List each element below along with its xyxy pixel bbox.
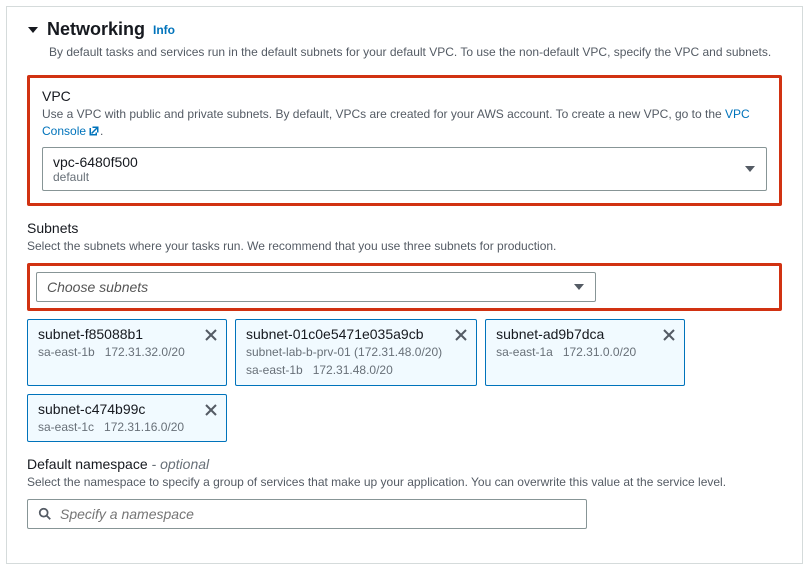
- close-icon[interactable]: [204, 403, 218, 417]
- subnets-placeholder: Choose subnets: [47, 279, 563, 295]
- subnet-tag: subnet-c474b99c sa-east-1c172.31.16.0/20: [27, 394, 227, 442]
- chevron-down-icon: [744, 163, 756, 175]
- namespace-input-wrap[interactable]: [27, 499, 587, 529]
- subnet-tag-id: subnet-ad9b7dca: [496, 326, 650, 342]
- close-icon[interactable]: [204, 328, 218, 342]
- vpc-selected-value: vpc-6480f500: [53, 154, 734, 170]
- subnet-tag-line1: subnet-lab-b-prv-01 (172.31.48.0/20): [246, 344, 442, 360]
- vpc-selected-sub: default: [53, 170, 734, 184]
- namespace-label: Default namespace - optional: [27, 456, 782, 472]
- namespace-hint: Select the namespace to specify a group …: [27, 474, 782, 491]
- subnet-tag-line1: sa-east-1b172.31.32.0/20: [38, 344, 192, 360]
- subnet-tag-id: subnet-c474b99c: [38, 401, 192, 417]
- search-icon: [38, 507, 52, 521]
- close-icon[interactable]: [662, 328, 676, 342]
- subnet-tag: subnet-f85088b1 sa-east-1b172.31.32.0/20: [27, 319, 227, 385]
- namespace-field: Default namespace - optional Select the …: [27, 456, 782, 529]
- vpc-hint: Use a VPC with public and private subnet…: [42, 106, 767, 140]
- subnets-label: Subnets: [27, 220, 782, 236]
- subnet-tag: subnet-01c0e5471e035a9cb subnet-lab-b-prv…: [235, 319, 477, 385]
- vpc-hint-text: Use a VPC with public and private subnet…: [42, 107, 725, 121]
- subnet-tags: subnet-f85088b1sa-east-1b172.31.32.0/20s…: [27, 319, 782, 442]
- external-link-icon: [88, 125, 100, 137]
- subnet-tag-line2: sa-east-1b172.31.48.0/20: [246, 362, 442, 378]
- close-icon[interactable]: [454, 328, 468, 342]
- section-header: Networking Info: [7, 7, 802, 44]
- caret-down-icon[interactable]: [27, 24, 39, 36]
- chevron-down-icon: [573, 281, 585, 293]
- subnet-tag-line1: sa-east-1c172.31.16.0/20: [38, 419, 192, 435]
- subnet-tag-line1: sa-east-1a172.31.0.0/20: [496, 344, 650, 360]
- networking-panel: Networking Info By default tasks and ser…: [6, 6, 803, 564]
- subnet-tag: subnet-ad9b7dca sa-east-1a172.31.0.0/20: [485, 319, 685, 385]
- subnets-hint: Select the subnets where your tasks run.…: [27, 238, 782, 255]
- vpc-label: VPC: [42, 88, 767, 104]
- subnet-tag-id: subnet-01c0e5471e035a9cb: [246, 326, 442, 342]
- info-link[interactable]: Info: [153, 23, 175, 37]
- subnet-tag-id: subnet-f85088b1: [38, 326, 192, 342]
- subnets-field: Subnets Select the subnets where your ta…: [27, 220, 782, 441]
- section-title: Networking: [47, 19, 145, 40]
- vpc-select[interactable]: vpc-6480f500 default: [42, 147, 767, 191]
- subnets-select-highlight: Choose subnets: [27, 263, 782, 311]
- namespace-input[interactable]: [60, 506, 576, 522]
- subnets-select[interactable]: Choose subnets: [36, 272, 596, 302]
- vpc-field: VPC Use a VPC with public and private su…: [27, 75, 782, 207]
- section-description: By default tasks and services run in the…: [7, 44, 802, 75]
